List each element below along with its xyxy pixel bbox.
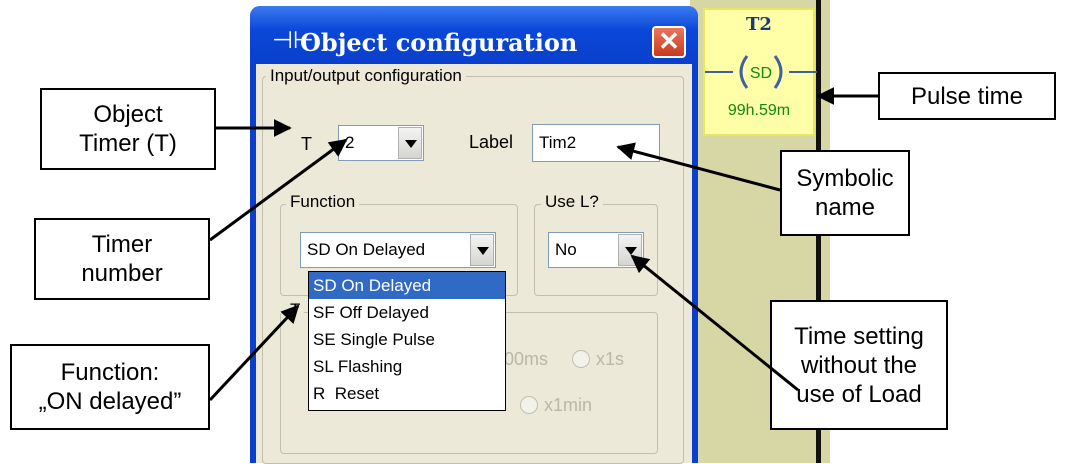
arrow-function xyxy=(208,304,300,402)
arrow-time-setting xyxy=(630,254,799,392)
annotation-arrows xyxy=(208,87,878,402)
arrow-timer-number xyxy=(209,138,348,242)
arrow-symbolic-name xyxy=(616,142,781,192)
